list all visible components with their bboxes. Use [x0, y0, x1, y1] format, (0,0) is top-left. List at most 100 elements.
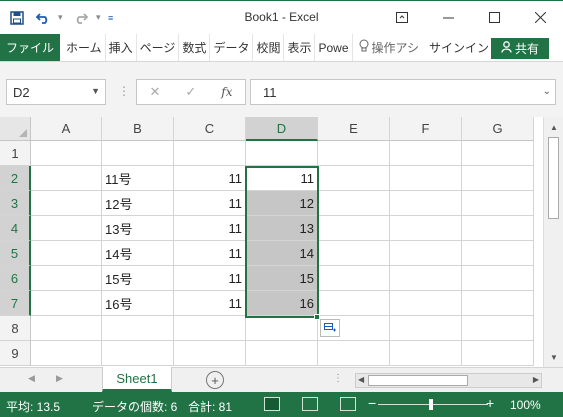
cell-c9[interactable] [174, 341, 246, 366]
cell-c7[interactable]: 11 [174, 291, 246, 316]
tab-data[interactable]: データ [210, 34, 254, 61]
expand-formula-icon[interactable]: ⌄ [543, 86, 551, 97]
normal-view-icon[interactable] [264, 397, 280, 411]
vertical-scroll-thumb[interactable] [548, 137, 559, 219]
cell-e3[interactable] [318, 191, 390, 216]
tab-review[interactable]: 校閲 [253, 34, 285, 61]
cell-c3[interactable]: 11 [174, 191, 246, 216]
customize-qat-icon[interactable]: ≡ [108, 13, 116, 23]
cell-a1[interactable] [31, 141, 102, 166]
sign-in-link[interactable]: サインイン [419, 39, 489, 56]
cell-a7[interactable] [31, 291, 102, 316]
row-header-5[interactable]: 5 [0, 241, 31, 266]
share-button[interactable]: 共有 [491, 38, 549, 59]
cell-a4[interactable] [31, 216, 102, 241]
insert-function-icon[interactable]: fx [221, 85, 232, 99]
cell-g9[interactable] [462, 341, 534, 366]
column-header-f[interactable]: F [390, 117, 462, 141]
cell-f3[interactable] [390, 191, 462, 216]
cell-d7[interactable]: 16 [246, 291, 318, 316]
row-header-2[interactable]: 2 [0, 166, 31, 191]
column-header-a[interactable]: A [31, 117, 102, 141]
vertical-scrollbar[interactable]: ▲ ▼ [543, 117, 563, 367]
horizontal-scroll-thumb[interactable] [368, 375, 468, 386]
cell-e4[interactable] [318, 216, 390, 241]
cell-b2[interactable]: 11号 [102, 166, 174, 191]
cell-a8[interactable] [31, 316, 102, 341]
worksheet-grid[interactable]: A B C D E F G 1 2 11号 11 11 3 12号 11 12 4 13号 11 13 5 14号 11 14… [0, 117, 543, 367]
cell-d8[interactable] [246, 316, 318, 341]
cell-b3[interactable]: 12号 [102, 191, 174, 216]
cell-g5[interactable] [462, 241, 534, 266]
cell-c2[interactable]: 11 [174, 166, 246, 191]
cell-e5[interactable] [318, 241, 390, 266]
row-header-1[interactable]: 1 [0, 141, 31, 166]
row-header-6[interactable]: 6 [0, 266, 31, 291]
tab-file[interactable]: ファイル [0, 34, 60, 61]
tab-insert[interactable]: 挿入 [106, 34, 137, 61]
undo-icon[interactable] [32, 7, 54, 29]
cell-f1[interactable] [390, 141, 462, 166]
cell-f5[interactable] [390, 241, 462, 266]
cell-e6[interactable] [318, 266, 390, 291]
cell-c6[interactable]: 11 [174, 266, 246, 291]
formula-input[interactable]: 11 ⌄ [250, 79, 556, 105]
cell-d5[interactable]: 14 [246, 241, 318, 266]
redo-dropdown-icon[interactable]: ▾ [96, 12, 104, 23]
scroll-right-icon[interactable]: ▶ [533, 375, 539, 384]
column-header-d[interactable]: D [246, 117, 318, 141]
chevron-down-icon[interactable]: ▼ [91, 86, 100, 96]
cell-f2[interactable] [390, 166, 462, 191]
cell-f4[interactable] [390, 216, 462, 241]
minimize-icon[interactable] [425, 1, 471, 34]
page-layout-view-icon[interactable] [302, 397, 318, 411]
save-icon[interactable] [6, 7, 28, 29]
row-header-9[interactable]: 9 [0, 341, 31, 366]
cell-g3[interactable] [462, 191, 534, 216]
cell-b9[interactable] [102, 341, 174, 366]
horizontal-scrollbar[interactable]: ◀ ▶ [355, 373, 542, 388]
cell-f8[interactable] [390, 316, 462, 341]
scroll-up-icon[interactable]: ▲ [547, 120, 561, 134]
row-header-7[interactable]: 7 [0, 291, 31, 316]
add-sheet-icon[interactable]: + [206, 371, 224, 389]
ribbon-display-options-icon[interactable] [379, 1, 425, 34]
scroll-down-icon[interactable]: ▼ [547, 350, 561, 364]
tab-power[interactable]: Powe [315, 34, 353, 61]
cell-g7[interactable] [462, 291, 534, 316]
cell-d4[interactable]: 13 [246, 216, 318, 241]
quick-analysis-icon[interactable] [320, 319, 340, 337]
enter-icon[interactable]: ✓ [185, 84, 196, 100]
cell-b6[interactable]: 15号 [102, 266, 174, 291]
row-header-8[interactable]: 8 [0, 316, 31, 341]
cell-e1[interactable] [318, 141, 390, 166]
cell-a3[interactable] [31, 191, 102, 216]
cell-d6[interactable]: 15 [246, 266, 318, 291]
cell-e7[interactable] [318, 291, 390, 316]
sheet-nav-right-icon[interactable]: ▶ [56, 373, 63, 384]
cell-a9[interactable] [31, 341, 102, 366]
zoom-out-icon[interactable]: − [368, 395, 376, 411]
tab-page-layout[interactable]: ページ [137, 34, 180, 61]
cell-c8[interactable] [174, 316, 246, 341]
cell-c1[interactable] [174, 141, 246, 166]
cell-b4[interactable]: 13号 [102, 216, 174, 241]
cell-d2[interactable]: 11 [246, 166, 318, 191]
cell-a6[interactable] [31, 266, 102, 291]
zoom-slider-thumb[interactable] [429, 399, 433, 410]
row-header-3[interactable]: 3 [0, 191, 31, 216]
cell-b1[interactable] [102, 141, 174, 166]
cell-c4[interactable]: 11 [174, 216, 246, 241]
cell-a5[interactable] [31, 241, 102, 266]
sheet-tab-active[interactable]: Sheet1 [102, 367, 172, 392]
tab-formulas[interactable]: 数式 [179, 34, 211, 61]
cell-a2[interactable] [31, 166, 102, 191]
page-break-view-icon[interactable] [340, 397, 356, 411]
cell-f6[interactable] [390, 266, 462, 291]
cell-b7[interactable]: 16号 [102, 291, 174, 316]
close-icon[interactable] [517, 1, 563, 34]
tell-me-box[interactable]: 操作アシ [353, 39, 419, 56]
cancel-icon[interactable]: ✕ [149, 84, 160, 100]
column-header-e[interactable]: E [318, 117, 390, 141]
column-header-g[interactable]: G [462, 117, 534, 141]
